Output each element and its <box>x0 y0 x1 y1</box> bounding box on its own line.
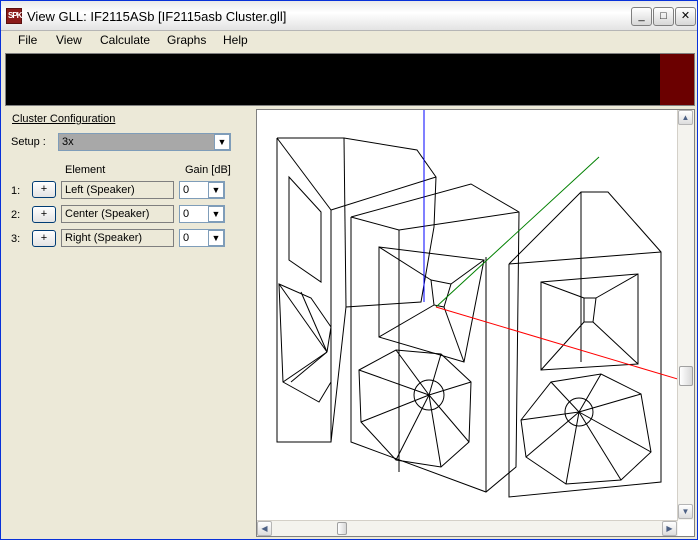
speaker-wireframe <box>276 110 678 498</box>
menu-graphs[interactable]: Graphs <box>167 33 206 47</box>
gain-select[interactable]: 0 ▼ <box>179 181 225 199</box>
status-color-block <box>660 54 694 105</box>
app-icon[interactable]: SPK <box>6 8 22 24</box>
horizontal-scroll-thumb[interactable] <box>337 522 347 535</box>
gain-select[interactable]: 0 ▼ <box>179 229 225 247</box>
menu-help[interactable]: Help <box>223 33 248 47</box>
scroll-left-button[interactable]: ◀ <box>257 521 272 536</box>
chevron-down-icon[interactable]: ▼ <box>208 182 224 198</box>
horizontal-scrollbar[interactable]: ◀ ▶ <box>257 520 678 536</box>
row-number: 1: <box>11 185 21 197</box>
section-title: Cluster Configuration <box>12 113 116 125</box>
element-field[interactable]: Center (Speaker) <box>61 205 174 223</box>
row-number: 3: <box>11 233 21 245</box>
setup-label: Setup : <box>11 136 46 148</box>
menu-calculate[interactable]: Calculate <box>100 33 150 47</box>
chevron-down-icon[interactable]: ▼ <box>208 206 224 222</box>
main-window: SPK View GLL: IF2115ASb [IF2115asb Clust… <box>0 0 698 540</box>
menu-file[interactable]: File <box>18 33 37 47</box>
add-element-button[interactable]: + <box>32 181 56 198</box>
scroll-right-button[interactable]: ▶ <box>662 521 677 536</box>
maximize-button[interactable]: □ <box>653 7 674 26</box>
add-element-button[interactable]: + <box>32 206 56 223</box>
vertical-scroll-thumb[interactable] <box>679 366 693 386</box>
add-element-button[interactable]: + <box>32 230 56 247</box>
close-button[interactable]: ✕ <box>675 7 696 26</box>
chevron-down-icon[interactable]: ▼ <box>214 134 230 150</box>
menu-bar: File View Calculate Graphs Help <box>1 31 697 51</box>
chevron-down-icon[interactable]: ▼ <box>208 230 224 246</box>
scroll-down-button[interactable]: ▼ <box>678 504 693 519</box>
gain-select[interactable]: 0 ▼ <box>179 205 225 223</box>
gain-value: 0 <box>183 184 190 196</box>
column-header-element: Element <box>65 164 106 176</box>
status-display-bar <box>5 53 695 106</box>
scroll-up-button[interactable]: ▲ <box>678 110 693 125</box>
row-number: 2: <box>11 209 21 221</box>
cluster-config-panel: Cluster Configuration Setup : 3x ▼ Eleme… <box>5 109 253 537</box>
element-field[interactable]: Left (Speaker) <box>61 181 174 199</box>
gain-value: 0 <box>183 232 190 244</box>
column-header-gain: Gain [dB] <box>185 164 231 176</box>
vertical-scrollbar[interactable]: ▲ ▼ <box>677 110 694 520</box>
window-title: View GLL: IF2115ASb [IF2115asb Cluster.g… <box>27 9 287 24</box>
y-axis <box>435 156 600 308</box>
gain-value: 0 <box>183 208 190 220</box>
element-field[interactable]: Right (Speaker) <box>61 229 174 247</box>
setup-select[interactable]: 3x ▼ <box>58 133 231 151</box>
title-bar[interactable]: SPK View GLL: IF2115ASb [IF2115asb Clust… <box>1 1 697 31</box>
minimize-button[interactable]: _ <box>631 7 652 26</box>
setup-value: 3x <box>62 136 74 148</box>
app-icon-label: SPK <box>8 11 22 20</box>
menu-view[interactable]: View <box>56 33 82 47</box>
3d-viewport[interactable]: ▲ ▼ ◀ ▶ <box>256 109 695 537</box>
